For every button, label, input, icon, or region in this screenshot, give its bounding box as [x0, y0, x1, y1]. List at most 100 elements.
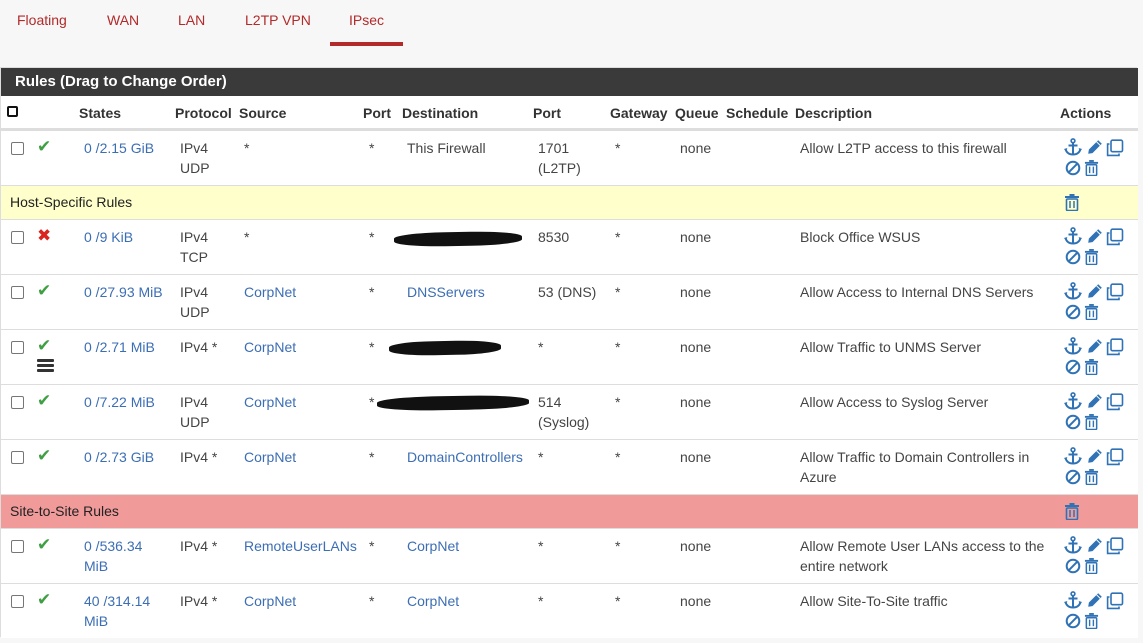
pencil-icon[interactable]: [1087, 228, 1103, 247]
trash-icon[interactable]: [1084, 414, 1099, 433]
trash-icon[interactable]: [1064, 194, 1080, 211]
row-checkbox[interactable]: [11, 595, 24, 608]
trash-icon[interactable]: [1084, 613, 1099, 632]
row-checkbox[interactable]: [11, 396, 24, 409]
table-row[interactable]: ✔ 0 /2.71 MiB IPv4 * CorpNet * * * none …: [1, 329, 1138, 384]
copy-icon[interactable]: [1106, 448, 1124, 469]
check-icon[interactable]: ✔: [37, 391, 51, 411]
states-link[interactable]: 0 /2.71 MiB: [84, 337, 155, 357]
anchor-icon[interactable]: [1064, 337, 1082, 358]
row-checkbox[interactable]: [11, 341, 24, 354]
pencil-icon[interactable]: [1087, 448, 1103, 467]
ban-icon[interactable]: [1065, 558, 1081, 577]
col-schedule[interactable]: Schedule: [726, 96, 788, 130]
col-source-port[interactable]: Port: [363, 96, 391, 130]
ban-icon[interactable]: [1065, 414, 1081, 433]
copy-icon[interactable]: [1106, 537, 1124, 558]
states-link[interactable]: 0 /27.93 MiB: [84, 282, 163, 302]
row-checkbox[interactable]: [11, 231, 24, 244]
col-dest-port[interactable]: Port: [533, 96, 561, 130]
pencil-icon[interactable]: [1087, 393, 1103, 412]
destination-alias-link[interactable]: CorpNet: [407, 536, 459, 556]
row-checkbox[interactable]: [11, 540, 24, 553]
ban-icon[interactable]: [1065, 160, 1081, 179]
tab-floating[interactable]: Floating: [17, 0, 67, 46]
source-alias-link[interactable]: CorpNet: [244, 447, 296, 467]
row-checkbox[interactable]: [11, 142, 24, 155]
states-link[interactable]: 0 /9 KiB: [84, 227, 133, 247]
trash-icon[interactable]: [1084, 304, 1099, 323]
table-row[interactable]: ✔ 40 /314.14 MiB IPv4 * CorpNet * CorpNe…: [1, 583, 1138, 638]
states-link[interactable]: 0 /2.73 GiB: [84, 447, 154, 467]
col-states[interactable]: States: [79, 96, 121, 130]
row-checkbox[interactable]: [11, 451, 24, 464]
tab-wan[interactable]: WAN: [107, 0, 139, 46]
table-row[interactable]: ✔ 0 /2.15 GiB IPv4 UDP * * This Firewall …: [1, 130, 1138, 185]
copy-icon[interactable]: [1106, 228, 1124, 249]
trash-icon[interactable]: [1064, 503, 1080, 520]
pencil-icon[interactable]: [1087, 283, 1103, 302]
pencil-icon[interactable]: [1087, 338, 1103, 357]
table-row[interactable]: ✔ 0 /7.22 MiB IPv4 UDP CorpNet * 514 (Sysl…: [1, 384, 1138, 439]
states-link[interactable]: 0 /536.34 MiB: [84, 536, 164, 576]
source-alias-link[interactable]: CorpNet: [244, 392, 296, 412]
pencil-icon[interactable]: [1087, 537, 1103, 556]
anchor-icon[interactable]: [1064, 591, 1082, 612]
destination-alias-link[interactable]: DNSServers: [407, 282, 485, 302]
states-link[interactable]: 0 /7.22 MiB: [84, 392, 155, 412]
copy-icon[interactable]: [1106, 338, 1124, 359]
ban-icon[interactable]: [1065, 469, 1081, 488]
col-gateway[interactable]: Gateway: [610, 96, 668, 130]
trash-icon[interactable]: [1084, 558, 1099, 577]
source-alias-link[interactable]: CorpNet: [244, 591, 296, 611]
check-icon[interactable]: ✔: [37, 137, 51, 157]
ban-icon[interactable]: [1065, 613, 1081, 632]
destination-alias-link[interactable]: DomainControllers: [407, 447, 523, 467]
tab-lan[interactable]: LAN: [178, 0, 205, 46]
destination-alias-link[interactable]: CorpNet: [407, 591, 459, 611]
copy-icon[interactable]: [1106, 283, 1124, 304]
check-icon[interactable]: ✔: [37, 336, 51, 356]
table-row[interactable]: ✖ 0 /9 KiB IPv4 TCP * * 8530 * none Block…: [1, 219, 1138, 274]
anchor-icon[interactable]: [1064, 536, 1082, 557]
ban-icon[interactable]: [1065, 304, 1081, 323]
pencil-icon[interactable]: [1087, 139, 1103, 158]
col-description[interactable]: Description: [795, 96, 872, 130]
anchor-icon[interactable]: [1064, 392, 1082, 413]
source-alias-link[interactable]: CorpNet: [244, 337, 296, 357]
table-row[interactable]: ✔ 0 /536.34 MiB IPv4 * RemoteUserLANs * …: [1, 528, 1138, 583]
ban-icon[interactable]: [1065, 249, 1081, 268]
copy-icon[interactable]: [1106, 592, 1124, 613]
col-source[interactable]: Source: [239, 96, 286, 130]
select-all-checkbox[interactable]: [7, 106, 18, 117]
ban-icon[interactable]: [1065, 359, 1081, 378]
check-icon[interactable]: ✔: [37, 446, 51, 466]
copy-icon[interactable]: [1106, 139, 1124, 160]
source-alias-link[interactable]: CorpNet: [244, 282, 296, 302]
separator-host-specific[interactable]: Host-Specific Rules: [1, 185, 1138, 219]
anchor-icon[interactable]: [1064, 138, 1082, 159]
states-link[interactable]: 40 /314.14 MiB: [84, 591, 164, 631]
col-destination[interactable]: Destination: [402, 96, 478, 130]
copy-icon[interactable]: [1106, 393, 1124, 414]
check-icon[interactable]: ✔: [37, 281, 51, 301]
separator-site-to-site[interactable]: Site-to-Site Rules: [1, 494, 1138, 528]
trash-icon[interactable]: [1084, 359, 1099, 378]
col-queue[interactable]: Queue: [675, 96, 719, 130]
table-row[interactable]: ✔ 0 /27.93 MiB IPv4 UDP CorpNet * DNSServ…: [1, 274, 1138, 329]
check-icon[interactable]: ✔: [37, 535, 51, 555]
source-alias-link[interactable]: RemoteUserLANs: [244, 536, 357, 556]
anchor-icon[interactable]: [1064, 447, 1082, 468]
col-protocol[interactable]: Protocol: [175, 96, 232, 130]
check-icon[interactable]: ✔: [37, 590, 51, 610]
anchor-icon[interactable]: [1064, 227, 1082, 248]
anchor-icon[interactable]: [1064, 282, 1082, 303]
row-checkbox[interactable]: [11, 286, 24, 299]
tab-ipsec[interactable]: IPsec: [330, 0, 403, 46]
trash-icon[interactable]: [1084, 249, 1099, 268]
trash-icon[interactable]: [1084, 160, 1099, 179]
states-link[interactable]: 0 /2.15 GiB: [84, 138, 154, 158]
tab-l2tp-vpn[interactable]: L2TP VPN: [245, 0, 311, 46]
pencil-icon[interactable]: [1087, 592, 1103, 611]
times-icon[interactable]: ✖: [37, 226, 51, 246]
